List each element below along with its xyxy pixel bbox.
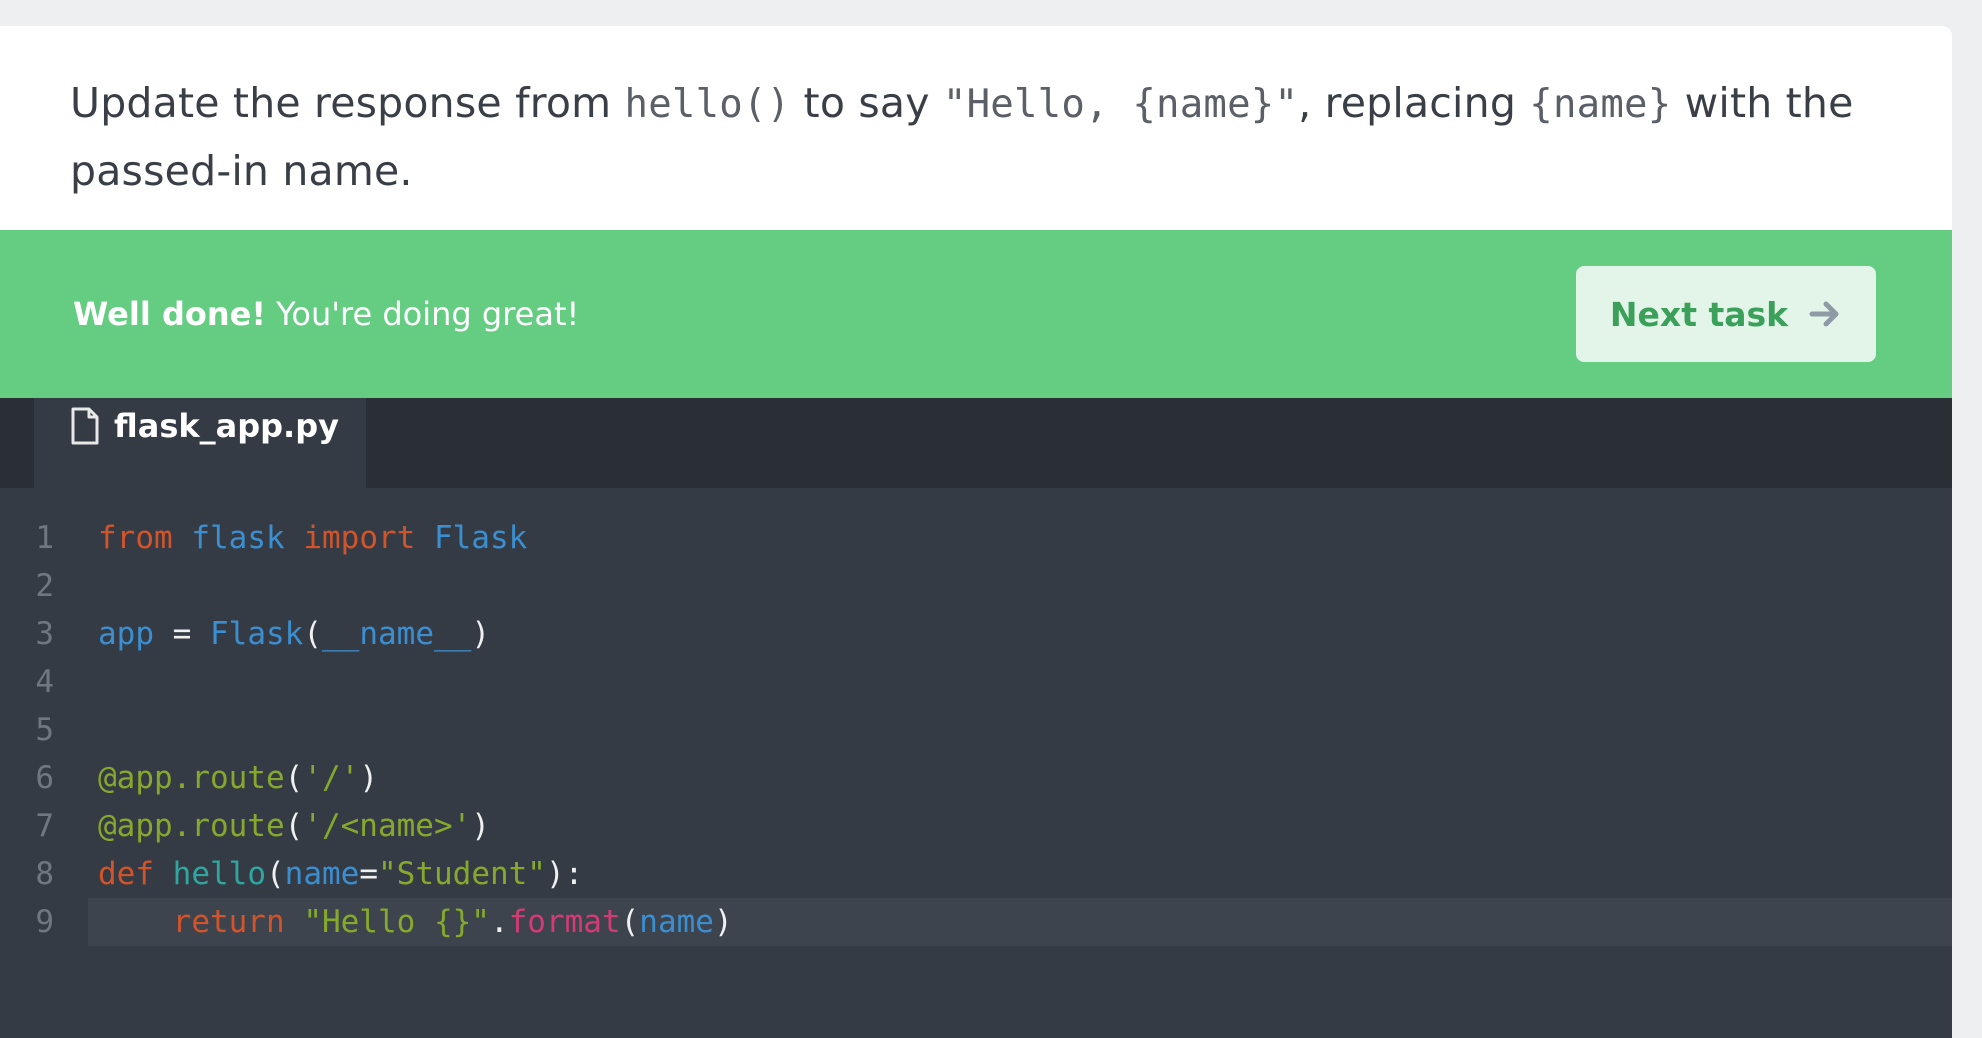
code-area[interactable]: 1 from flask import Flask 2 3 app = Flask(__… [0, 514, 1952, 946]
task-instructions: Update the response from hello() to say … [70, 70, 1900, 204]
line-source: app = Flask(__name__) [98, 610, 490, 658]
code-token: __name__ [322, 616, 472, 652]
line-source: return "Hello {}".format(name) [98, 898, 733, 946]
task-text-1: Update the response from [70, 79, 625, 127]
code-token: app [98, 616, 154, 652]
code-token: ( [284, 808, 304, 844]
line-source: @app.route('/') [98, 754, 378, 802]
code-token: def [98, 856, 154, 892]
code-token: name [639, 904, 714, 940]
code-line[interactable]: 7 @app.route('/<name>') [0, 802, 1952, 850]
code-line[interactable]: 5 [0, 706, 1952, 754]
next-task-label: Next task [1609, 294, 1789, 334]
line-source: @app.route('/<name>') [98, 802, 490, 850]
code-token: ( [303, 616, 322, 652]
task-text-2: to say [790, 79, 943, 127]
code-token: '/<name>' [303, 808, 472, 844]
code-line[interactable]: 9 return "Hello {}".format(name) [0, 898, 1952, 946]
code-token: name [284, 856, 360, 892]
tab-flask-app[interactable]: flask_app.py [34, 398, 366, 488]
code-token: ): [545, 856, 584, 892]
task-code-hello: hello() [624, 82, 791, 127]
code-token: ( [266, 856, 285, 892]
line-number: 4 [35, 664, 54, 700]
tab-label: flask_app.py [114, 407, 339, 445]
code-line[interactable]: 3 app = Flask(__name__) [0, 610, 1952, 658]
code-token: "Hello {}" [303, 904, 490, 940]
code-line[interactable]: 1 from flask import Flask [0, 514, 1952, 562]
task-code-name: {name} [1529, 82, 1672, 127]
code-token: import [303, 520, 416, 556]
code-token: format [508, 904, 621, 940]
code-token: ) [471, 616, 490, 652]
success-banner: Well done! You're doing great! Next task [0, 230, 1952, 398]
code-token: from [98, 520, 173, 556]
code-token: @app.route [98, 808, 285, 844]
code-token: ( [620, 904, 640, 940]
code-token: ( [284, 760, 304, 796]
file-icon [71, 407, 99, 445]
line-number: 3 [35, 616, 54, 652]
code-line[interactable]: 4 [0, 658, 1952, 706]
line-number: 7 [35, 808, 54, 844]
code-token: "Student" [378, 856, 546, 892]
editor-tab-bar: flask_app.py [0, 398, 1952, 488]
code-token: = [359, 856, 378, 892]
code-token: ) [471, 808, 490, 844]
code-line[interactable]: 8 def hello(name="Student"): [0, 850, 1952, 898]
code-line[interactable]: 6 @app.route('/') [0, 754, 1952, 802]
line-number: 6 [35, 760, 54, 796]
line-number: 9 [35, 904, 54, 940]
task-card: Update the response from hello() to say … [0, 26, 1952, 1038]
task-text-3: , replacing [1298, 79, 1530, 127]
code-token: ) [713, 904, 733, 940]
line-number: 8 [35, 856, 54, 892]
task-code-greeting: "Hello, {name}" [942, 82, 1299, 127]
code-token: hello [172, 856, 266, 892]
code-token: return [172, 904, 285, 940]
line-source: def hello(name="Student"): [98, 850, 583, 898]
success-message: Well done! You're doing great! [73, 290, 579, 338]
code-line[interactable]: 2 [0, 562, 1952, 610]
code-token: ) [359, 760, 378, 796]
success-title: Well done! [73, 295, 266, 333]
code-token: . [489, 904, 509, 940]
code-token: flask [191, 520, 285, 556]
line-number: 2 [35, 568, 54, 604]
success-subtitle: You're doing great! [265, 295, 580, 333]
line-source: from flask import Flask [98, 514, 527, 562]
next-task-button[interactable]: Next task [1576, 266, 1876, 362]
line-number: 5 [35, 712, 54, 748]
code-editor[interactable]: flask_app.py 1 from flask import Flask 2 3 a… [0, 398, 1952, 1038]
code-token: Flask [210, 616, 304, 652]
line-number: 1 [35, 520, 54, 556]
code-token: '/' [303, 760, 360, 796]
code-token: = [154, 616, 210, 652]
arrow-right-icon [1809, 301, 1839, 327]
code-token: @app.route [98, 760, 285, 796]
code-token: Flask [433, 520, 528, 556]
